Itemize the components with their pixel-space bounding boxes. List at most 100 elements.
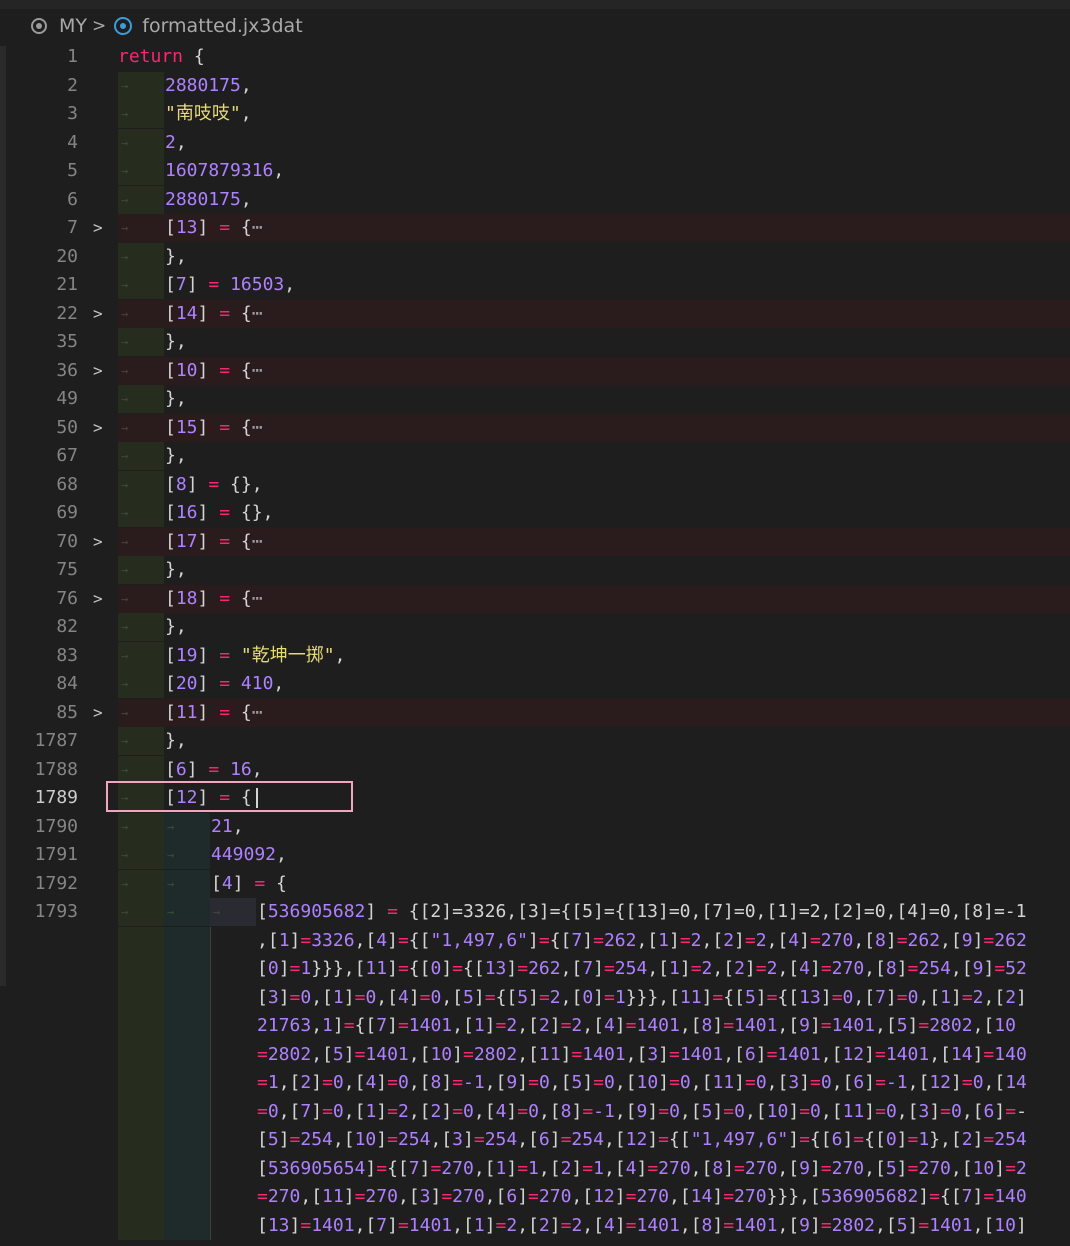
code-line[interactable]: → 22 > [14] = {⋯ bbox=[0, 299, 1070, 328]
wrapped-code-line[interactable]: ,[1]=3326,[4]={["1,497,6"]={[7]=262,[1]=… bbox=[257, 927, 1070, 955]
code-line[interactable]: → 2 2880175, bbox=[0, 71, 1070, 100]
line-number: 85 bbox=[56, 701, 78, 723]
wrapped-code-line[interactable]: =0,[7]=0,[1]=2,[2]=0,[4]=0,[8]=-1,[9]=0,… bbox=[257, 1098, 1070, 1126]
line-number: 1789 bbox=[34, 787, 78, 808]
chevron-right-icon[interactable]: > bbox=[93, 528, 103, 556]
whitespace-arrow-icon: → bbox=[121, 420, 129, 435]
code-line[interactable]: → → 1791 449092, bbox=[0, 841, 1070, 869]
wrapped-code-line[interactable]: [0]=1}}},[11]={[0]={[13]=262,[7]=254,[1]… bbox=[257, 955, 1070, 983]
code-token: 19 bbox=[175, 644, 198, 666]
chevron-right-icon[interactable]: > bbox=[93, 214, 103, 242]
code-text[interactable]: [15] = {⋯ bbox=[165, 414, 263, 442]
code-line[interactable]: → 4 2, bbox=[0, 128, 1070, 157]
code-line[interactable]: → 67}, bbox=[0, 442, 1070, 470]
code-line[interactable]: → 76 > [18] = {⋯ bbox=[0, 584, 1070, 613]
code-text[interactable]: 2880175, bbox=[165, 72, 252, 100]
chevron-right-icon[interactable]: > bbox=[93, 585, 103, 613]
code-text[interactable]: }, bbox=[165, 727, 187, 755]
code-text[interactable]: }, bbox=[165, 385, 187, 413]
wrapped-code-line[interactable]: =1,[2]=0,[4]=0,[8]=-1,[9]=0,[5]=0,[10]=0… bbox=[257, 1069, 1070, 1097]
code-line[interactable]: → → → 1793 [536905682] = {[2]=3326,[3]={[5]=… bbox=[0, 898, 1070, 926]
code-token: [ bbox=[165, 274, 176, 295]
code-text[interactable]: [19] = "乾坤一掷", bbox=[165, 642, 345, 670]
code-line[interactable]: → 75}, bbox=[0, 556, 1070, 584]
code-text[interactable]: [14] = {⋯ bbox=[165, 300, 263, 328]
wrapped-code-line[interactable]: [536905654]={[7]=270,[1]=1,[2]=1,[4]=270… bbox=[257, 1155, 1070, 1183]
code-line[interactable]: → → 1792 [4] = { bbox=[0, 869, 1070, 898]
code-text[interactable]: [6] = 16, bbox=[165, 756, 263, 784]
code-text[interactable]: [17] = {⋯ bbox=[165, 528, 263, 556]
code-text[interactable]: 449092, bbox=[211, 841, 287, 869]
code-line[interactable]: → 7 > [13] = {⋯ bbox=[0, 214, 1070, 242]
code-line[interactable]: → 6 2880175, bbox=[0, 185, 1070, 214]
chevron-right-icon[interactable]: > bbox=[93, 699, 103, 727]
code-editor[interactable]: 1 return {→ 2 2880175, → 3 "南吱吱", → 4 2, → 5 1607879… bbox=[0, 43, 1070, 1246]
code-line[interactable]: → 1788 [6] = 16, bbox=[0, 755, 1070, 784]
code-text[interactable]: [536905682] = {[2]=3326,[3]={[5]={[13]=0… bbox=[257, 898, 1026, 926]
code-text[interactable]: [16] = {}, bbox=[165, 499, 273, 527]
wrapped-code-line[interactable]: [13]=1401,[7]=1401,[1]=2,[2]=2,[4]=1401,… bbox=[257, 1212, 1070, 1240]
code-text[interactable]: 2880175, bbox=[165, 186, 252, 214]
code-line[interactable]: → 69 [16] = {}, bbox=[0, 499, 1070, 527]
whitespace-arrow-icon: → bbox=[121, 363, 129, 378]
code-text[interactable]: "南吱吱", bbox=[165, 100, 252, 128]
code-text[interactable]: 2, bbox=[165, 129, 187, 157]
code-text[interactable]: }, bbox=[165, 442, 187, 470]
code-text[interactable]: }, bbox=[165, 613, 187, 641]
code-line[interactable]: → 1787}, bbox=[0, 727, 1070, 755]
code-token: ] bbox=[365, 901, 388, 922]
wrapped-code-line[interactable]: [3]=0,[1]=0,[4]=0,[5]={[5]=2,[0]=1}}},[1… bbox=[257, 984, 1070, 1012]
code-text[interactable]: 1607879316, bbox=[165, 157, 284, 185]
code-token: , bbox=[276, 844, 287, 865]
chevron-right-icon[interactable]: > bbox=[93, 357, 103, 385]
code-line[interactable]: → 5 1607879316, bbox=[0, 157, 1070, 185]
breadcrumb-folder[interactable]: MY bbox=[59, 15, 87, 37]
wrapped-code-line[interactable]: =270,[11]=270,[3]=270,[6]=270,[12]=270,[… bbox=[257, 1183, 1070, 1211]
code-token: = bbox=[219, 359, 231, 381]
code-text[interactable]: }, bbox=[165, 243, 187, 271]
code-line[interactable]: → 36 > [10] = {⋯ bbox=[0, 356, 1070, 385]
code-text[interactable]: }, bbox=[165, 556, 187, 584]
wrapped-code-line[interactable]: 21763,1]={[7]=1401,[1]=2,[2]=2,[4]=1401,… bbox=[257, 1012, 1070, 1040]
whitespace-arrow-icon: → bbox=[121, 306, 129, 321]
code-text[interactable]: [7] = 16503, bbox=[165, 271, 295, 299]
code-text[interactable]: [8] = {}, bbox=[165, 471, 263, 499]
code-line[interactable]: → 68 [8] = {}, bbox=[0, 470, 1070, 499]
code-line[interactable]: → 84 [20] = 410, bbox=[0, 670, 1070, 698]
code-text[interactable]: [10] = {⋯ bbox=[165, 357, 263, 385]
code-line[interactable]: → 85 > [11] = {⋯ bbox=[0, 698, 1070, 727]
code-text[interactable]: [4] = { bbox=[211, 870, 287, 898]
breadcrumb-file[interactable]: formatted.jx3dat bbox=[142, 15, 302, 37]
code-line[interactable]: → 21 [7] = 16503, bbox=[0, 271, 1070, 299]
code-line[interactable]: → 82}, bbox=[0, 613, 1070, 641]
chevron-right-icon[interactable]: > bbox=[93, 300, 103, 328]
indent-guide bbox=[210, 1012, 211, 1041]
code-line[interactable]: → 50 > [15] = {⋯ bbox=[0, 413, 1070, 442]
whitespace-arrow-icon: → bbox=[121, 78, 129, 93]
code-text[interactable]: [20] = 410, bbox=[165, 670, 284, 698]
code-text[interactable]: }, bbox=[165, 328, 187, 356]
wrapped-code-line[interactable]: =2802,[5]=1401,[10]=2802,[11]=1401,[3]=1… bbox=[257, 1041, 1070, 1069]
code-text[interactable]: 21, bbox=[211, 813, 244, 841]
jx3dat-file-icon bbox=[114, 17, 133, 35]
chevron-right-icon[interactable]: > bbox=[93, 414, 103, 442]
code-line[interactable]: → 35}, bbox=[0, 328, 1070, 356]
indent-guide bbox=[164, 1183, 210, 1212]
code-token: = bbox=[219, 644, 231, 666]
code-token: }, bbox=[165, 245, 187, 267]
code-line[interactable]: → 70 > [17] = {⋯ bbox=[0, 527, 1070, 556]
code-line[interactable]: 1 return { bbox=[0, 43, 1070, 71]
code-line[interactable]: → 3 "南吱吱", bbox=[0, 100, 1070, 128]
wrapped-code-line[interactable]: [5]=254,[10]=254,[3]=254,[6]=254,[12]={[… bbox=[257, 1126, 1070, 1154]
code-line[interactable]: → 49}, bbox=[0, 385, 1070, 413]
code-text[interactable]: [18] = {⋯ bbox=[165, 585, 263, 613]
code-line[interactable]: → 83 [19] = "乾坤一掷", bbox=[0, 641, 1070, 670]
code-line[interactable]: → 20}, bbox=[0, 242, 1070, 271]
code-line[interactable]: → → 1790 21, bbox=[0, 812, 1070, 841]
code-token: , bbox=[273, 673, 285, 694]
code-token: ] bbox=[186, 274, 209, 295]
code-text[interactable]: return { bbox=[118, 43, 205, 71]
indent-guide bbox=[210, 1211, 211, 1240]
code-text[interactable]: [11] = {⋯ bbox=[165, 699, 263, 727]
code-text[interactable]: [13] = {⋯ bbox=[165, 214, 263, 242]
